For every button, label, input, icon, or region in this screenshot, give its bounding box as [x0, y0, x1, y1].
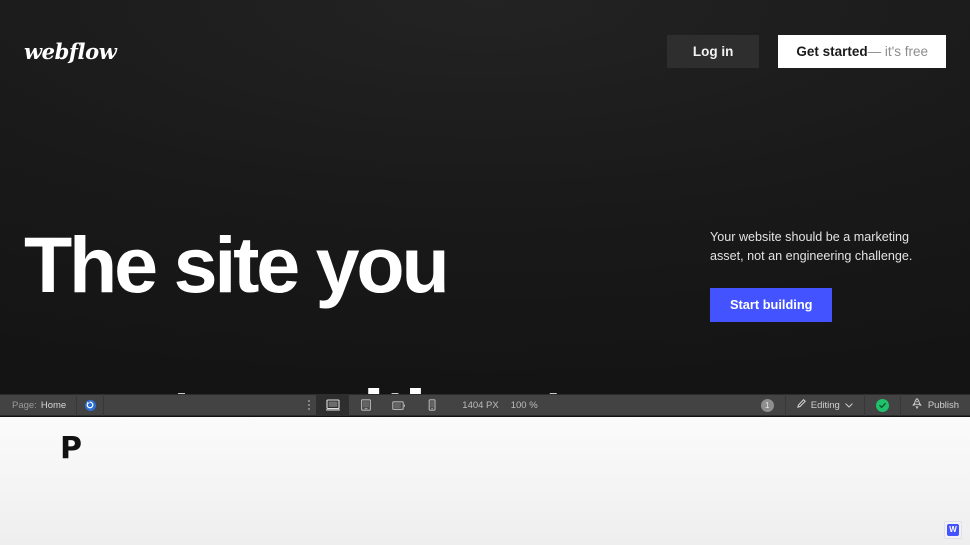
- page-selector[interactable]: Page: Home: [0, 394, 76, 416]
- get-started-suffix: — it's free: [867, 43, 928, 59]
- viewport-readout: 1404 PX 100 %: [448, 394, 551, 416]
- device-tablet-landscape-button[interactable]: [382, 394, 415, 416]
- kebab-dot-3: [308, 408, 311, 410]
- toolbar-left-spacer: [104, 394, 302, 416]
- headline-line-2: want — without: [24, 373, 566, 394]
- canvas-lower-section: NT SUSTAINABLE CARE GUIDE COLD PRESSED F…: [0, 417, 970, 545]
- device-desktop-button[interactable]: [316, 394, 350, 416]
- device-mobile-button[interactable]: [415, 394, 448, 416]
- get-started-label: Get started: [796, 43, 868, 59]
- sync-status-button[interactable]: [77, 394, 103, 416]
- site-navbar: webflow Log in Get started— it's free: [0, 0, 970, 102]
- mobile-icon: [427, 399, 437, 411]
- device-breakpoint-switcher: [316, 394, 448, 416]
- edit-mode-dropdown[interactable]: Editing: [786, 394, 864, 416]
- hero-body: The site you want — without the dev time…: [0, 150, 970, 394]
- p-brand-logo: P: [60, 431, 82, 466]
- tablet-icon: [360, 399, 372, 411]
- edit-mode-label: Editing: [810, 399, 840, 411]
- webflow-designer-screen: webflow Log in Get started— it's free Th…: [0, 0, 970, 545]
- desktop-icon: [325, 399, 340, 411]
- kebab-dot-2: [308, 404, 311, 406]
- publish-button[interactable]: Publish: [901, 394, 970, 416]
- page-selector-value: Home: [40, 399, 67, 411]
- device-tablet-button[interactable]: [349, 394, 382, 416]
- publish-label: Publish: [927, 399, 960, 411]
- tablet-landscape-icon: [392, 400, 406, 411]
- navbar-actions: Log in Get started— it's free: [666, 34, 946, 68]
- more-vertical-icon[interactable]: [302, 394, 316, 416]
- chevron-down-icon: [845, 400, 853, 411]
- kebab-dot-1: [308, 400, 311, 402]
- collaborator-avatar[interactable]: 1: [760, 398, 774, 412]
- site-preview-hero: webflow Log in Get started— it's free Th…: [0, 0, 970, 394]
- sync-icon: [84, 399, 96, 411]
- viewport-width-value[interactable]: 1404 PX: [462, 400, 498, 411]
- rocket-icon: [912, 397, 922, 412]
- webflow-wordmark-logo: webflow: [24, 38, 117, 64]
- login-button[interactable]: Log in: [666, 34, 760, 68]
- hero-headline: The site you want — without the dev time: [0, 150, 650, 394]
- webflow-badge[interactable]: W: [944, 521, 962, 539]
- webflow-badge-icon: W: [947, 524, 959, 536]
- designer-toolbar: Page: Home 1404 PX 100 % 1 Editing Publi…: [0, 394, 970, 416]
- headline-line-1: The site you: [24, 219, 450, 309]
- toolbar-divider-4: [863, 394, 865, 416]
- page-selector-label: Page:: [12, 399, 37, 411]
- start-building-button[interactable]: Start building: [710, 288, 833, 323]
- get-started-button[interactable]: Get started— it's free: [778, 34, 946, 68]
- hero-subtext: Your website should be a marketing asset…: [710, 230, 913, 264]
- zoom-level-value[interactable]: 100 %: [511, 400, 538, 411]
- toolbar-right-spacer: [552, 394, 750, 416]
- hero-aside: Your website should be a marketing asset…: [710, 150, 940, 323]
- pencil-icon: [796, 398, 806, 411]
- check-circle-icon[interactable]: [875, 398, 889, 412]
